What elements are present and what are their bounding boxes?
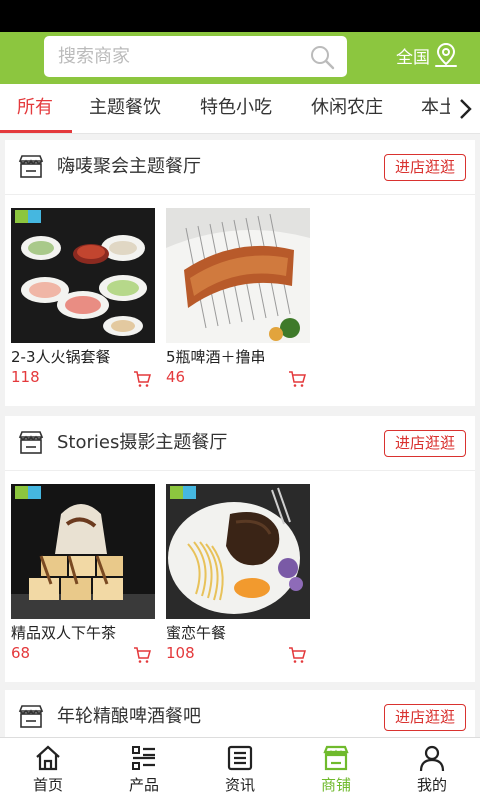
cart-icon[interactable] — [133, 370, 151, 388]
bottom-navigation: 首页 产品 资讯 商铺 我的 — [0, 737, 480, 800]
nav-home[interactable]: 首页 — [0, 738, 96, 800]
product-item[interactable]: 蜜恋午餐 108 — [166, 484, 310, 663]
nav-shops[interactable]: 商铺 — [288, 738, 384, 800]
shop-name: 年轮精酿啤酒餐吧 — [57, 706, 201, 727]
shop-name: 嗨唛聚会主题餐厅 — [57, 156, 201, 177]
nav-label: 产品 — [128, 776, 159, 794]
enter-shop-button[interactable]: 进店逛逛 — [384, 430, 466, 457]
storefront-icon — [18, 705, 44, 728]
category-tabs: 所有 主题餐饮 特色小吃 休闲农庄 本土 — [0, 84, 480, 134]
list-icon — [132, 746, 155, 770]
location-pin-icon — [435, 42, 457, 67]
product-price: 118 — [11, 368, 40, 386]
user-icon — [419, 745, 445, 772]
tab-label: 所有 — [17, 97, 53, 118]
product-item[interactable]: 精品双人下午茶 68 — [11, 484, 155, 663]
promo-tag — [15, 486, 41, 499]
enter-shop-button[interactable]: 进店逛逛 — [384, 154, 466, 181]
product-image-steak-lunch[interactable] — [166, 484, 310, 619]
product-name: 精品双人下午茶 — [11, 624, 117, 642]
product-image-afternoon-tea[interactable] — [11, 484, 155, 619]
product-price: 68 — [11, 644, 31, 662]
product-name: 蜜恋午餐 — [166, 624, 227, 642]
cart-icon[interactable] — [288, 370, 306, 388]
product-item[interactable]: 2-3人火锅套餐 118 — [11, 208, 155, 387]
tab-theme-dining[interactable]: 主题餐饮 — [89, 84, 161, 133]
nav-label: 首页 — [32, 776, 63, 794]
nav-label: 我的 — [416, 776, 447, 794]
region-selector[interactable]: 全国 — [396, 32, 458, 78]
product-name: 5瓶啤酒＋撸串 — [166, 348, 266, 366]
status-bar — [0, 0, 480, 32]
nav-label: 商铺 — [320, 776, 351, 794]
shop-icon — [323, 745, 349, 771]
shop-list: 嗨唛聚会主题餐厅 进店逛逛 2-3人火锅套餐 118 5瓶啤酒＋撸串 46 St… — [0, 134, 480, 737]
nav-news[interactable]: 资讯 — [192, 738, 288, 800]
product-item[interactable]: 5瓶啤酒＋撸串 46 — [166, 208, 310, 387]
tab-farm-stay[interactable]: 休闲农庄 — [311, 84, 383, 133]
product-price: 108 — [166, 644, 195, 662]
product-price: 46 — [166, 368, 186, 386]
region-label: 全国 — [396, 47, 430, 68]
cart-icon[interactable] — [133, 646, 151, 664]
product-image-skewers[interactable] — [166, 208, 310, 343]
search-placeholder: 搜索商家 — [58, 46, 130, 67]
product-name: 2-3人火锅套餐 — [11, 348, 111, 366]
shop-card-header: 嗨唛聚会主题餐厅 进店逛逛 — [5, 140, 475, 195]
shop-card: 嗨唛聚会主题餐厅 进店逛逛 2-3人火锅套餐 118 5瓶啤酒＋撸串 46 — [5, 140, 475, 406]
nav-products[interactable]: 产品 — [96, 738, 192, 800]
tab-label: 主题餐饮 — [89, 97, 161, 118]
home-icon — [36, 745, 60, 771]
promo-tag — [15, 210, 41, 223]
promo-tag — [170, 486, 196, 499]
tabs-scroll-right[interactable] — [450, 84, 480, 133]
cart-icon[interactable] — [288, 646, 306, 664]
shop-card-header: 年轮精酿啤酒餐吧 进店逛逛 — [5, 690, 475, 737]
tab-label: 特色小吃 — [200, 97, 272, 118]
shop-card-header: Stories摄影主题餐厅 进店逛逛 — [5, 416, 475, 471]
header-bar: 搜索商家 全国 — [0, 32, 480, 84]
tab-all[interactable]: 所有 — [17, 84, 53, 133]
product-image-hotpot[interactable] — [11, 208, 155, 343]
chevron-right-icon — [460, 99, 472, 119]
shop-card: Stories摄影主题餐厅 进店逛逛 精品双人下午茶 68 蜜恋午餐 108 — [5, 416, 475, 682]
search-input[interactable]: 搜索商家 — [44, 36, 347, 77]
shop-name: Stories摄影主题餐厅 — [57, 432, 228, 453]
news-icon — [227, 745, 253, 771]
nav-profile[interactable]: 我的 — [384, 738, 480, 800]
storefront-icon — [18, 155, 44, 178]
nav-label: 资讯 — [224, 776, 255, 794]
storefront-icon — [18, 431, 44, 454]
shop-card: 年轮精酿啤酒餐吧 进店逛逛 — [5, 690, 475, 737]
tab-snacks[interactable]: 特色小吃 — [200, 84, 272, 133]
tab-label: 休闲农庄 — [311, 97, 383, 118]
search-icon[interactable] — [309, 44, 335, 70]
enter-shop-button[interactable]: 进店逛逛 — [384, 704, 466, 731]
